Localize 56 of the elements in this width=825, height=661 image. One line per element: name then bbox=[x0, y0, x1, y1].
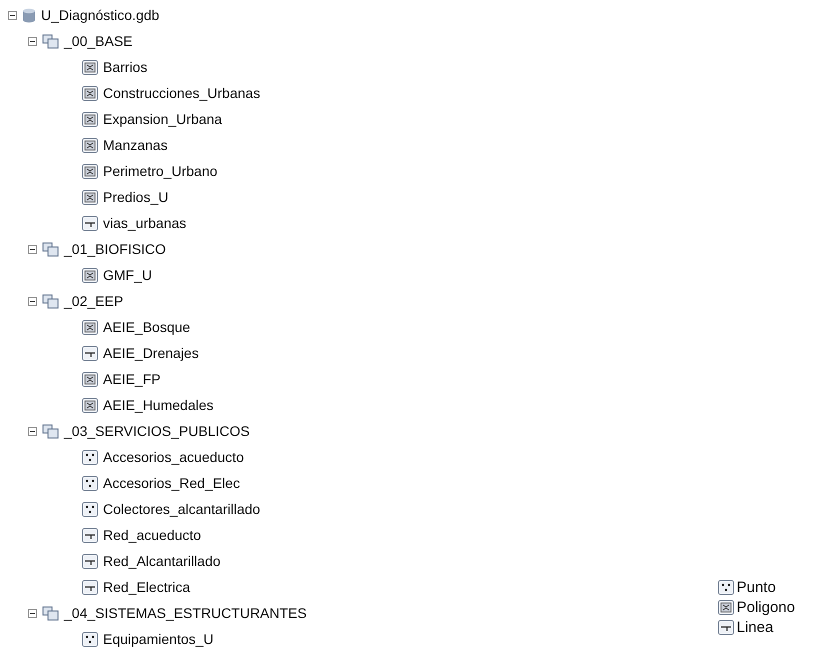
tree-item[interactable]: _04_SISTEMAS_ESTRUCTURANTES bbox=[64, 605, 307, 621]
tree-item[interactable]: Colectores_alcantarillado bbox=[103, 501, 260, 517]
tree-item[interactable]: vias_urbanas bbox=[103, 215, 186, 231]
dots-icon bbox=[82, 632, 98, 646]
tree-item[interactable]: Barrios bbox=[103, 59, 148, 75]
polygon-icon bbox=[82, 86, 98, 100]
tree-item[interactable]: _02_EEP bbox=[64, 293, 124, 309]
tree-item[interactable]: AEIE_Bosque bbox=[103, 319, 190, 335]
legend-label: Poligono bbox=[736, 599, 795, 616]
polygon-icon bbox=[82, 398, 98, 412]
polygon-icon bbox=[82, 372, 98, 386]
dataset-icon bbox=[42, 424, 59, 438]
dots-icon bbox=[82, 450, 98, 464]
polygon-icon bbox=[82, 190, 98, 204]
collapse-icon[interactable] bbox=[28, 426, 37, 436]
tree-item[interactable]: Red_Alcantarillado bbox=[103, 553, 221, 569]
dataset-icon bbox=[42, 294, 59, 308]
tree-item[interactable]: AEIE_FP bbox=[103, 371, 161, 387]
tree-item[interactable]: _00_BASE bbox=[64, 33, 132, 49]
polygon-icon bbox=[82, 60, 98, 74]
legend-label: Linea bbox=[736, 619, 774, 636]
dots-icon bbox=[718, 580, 734, 595]
polygon-icon bbox=[718, 600, 734, 615]
tree-item[interactable]: Red_Electrica bbox=[103, 579, 190, 595]
tree-item[interactable]: AEIE_Drenajes bbox=[103, 345, 199, 361]
tree-item[interactable]: _03_SERVICIOS_PUBLICOS bbox=[64, 423, 250, 439]
collapse-icon[interactable] bbox=[28, 608, 37, 618]
tree-item[interactable]: Accesorios_Red_Elec bbox=[103, 475, 240, 491]
legend-label: Punto bbox=[736, 579, 776, 596]
tree-item[interactable]: U_Diagnóstico.gdb bbox=[41, 7, 160, 23]
tree-item[interactable]: Red_acueducto bbox=[103, 527, 202, 543]
dataset-icon bbox=[42, 34, 59, 48]
tree-item[interactable]: Expansion_Urbana bbox=[103, 111, 222, 127]
dots-icon bbox=[82, 502, 98, 516]
tree-item[interactable]: Perimetro_Urbano bbox=[103, 163, 218, 179]
dots-icon bbox=[82, 476, 98, 490]
collapse-icon[interactable] bbox=[8, 10, 17, 20]
tree-item[interactable]: _01_BIOFISICO bbox=[64, 241, 166, 257]
tree-item[interactable]: Predios_U bbox=[103, 189, 168, 205]
dataset-icon bbox=[42, 242, 59, 256]
polygon-icon bbox=[82, 112, 98, 126]
polygon-icon bbox=[82, 268, 98, 282]
collapse-icon[interactable] bbox=[28, 36, 37, 46]
dataset-icon bbox=[42, 606, 59, 620]
database-icon bbox=[22, 8, 36, 22]
tree-item[interactable]: Accesorios_acueducto bbox=[103, 449, 244, 465]
tree-item[interactable]: Construcciones_Urbanas bbox=[103, 85, 260, 101]
tree-item[interactable]: Manzanas bbox=[103, 137, 168, 153]
tree-item[interactable]: Equipamientos_U bbox=[103, 631, 214, 647]
collapse-icon[interactable] bbox=[28, 244, 37, 254]
polygon-icon bbox=[82, 138, 98, 152]
polygon-icon bbox=[82, 320, 98, 334]
collapse-icon[interactable] bbox=[28, 296, 37, 306]
polygon-icon bbox=[82, 164, 98, 178]
tree-item[interactable]: GMF_U bbox=[103, 267, 152, 283]
tree-item[interactable]: AEIE_Humedales bbox=[103, 397, 214, 413]
